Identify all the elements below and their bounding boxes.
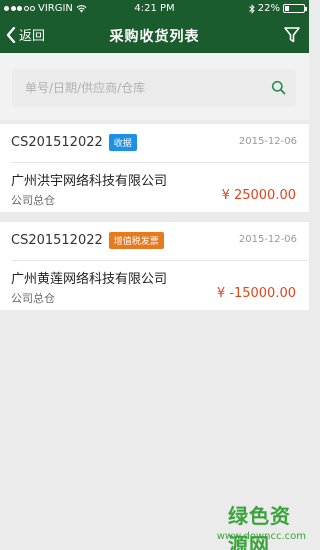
- order-card[interactable]: CS201512022 收据 2015-12-06 广州洪宇网络科技有限公司 公…: [0, 124, 309, 212]
- search-input[interactable]: [12, 69, 262, 107]
- warehouse-name: 公司总仓: [11, 194, 55, 207]
- order-card[interactable]: CS201512022 增值税发票 2015-12-06 广州黄莲网络科技有限公…: [0, 222, 309, 310]
- order-number: CS201512022: [11, 233, 103, 248]
- search-box: [12, 69, 296, 107]
- bluetooth-icon: [248, 3, 255, 14]
- order-amount: ¥ -15000.00: [216, 286, 296, 301]
- supplier-name: 广州黄莲网络科技有限公司: [11, 272, 168, 287]
- battery-percent: 22%: [257, 3, 280, 14]
- invoice-type-badge: 收据: [108, 134, 137, 151]
- divider: [11, 260, 309, 261]
- watermark-text: 绿色资源网: [228, 504, 291, 550]
- search-section: [0, 53, 309, 120]
- battery-status: 22%: [248, 3, 307, 14]
- nav-bar: 返回 采购收货列表: [0, 17, 309, 53]
- order-header: CS201512022 收据: [11, 134, 137, 151]
- battery-fill: [285, 6, 289, 11]
- warehouse-name: 公司总仓: [11, 292, 55, 305]
- search-icon[interactable]: [271, 80, 286, 95]
- status-bar: VIRGIN 4:21 PM 22%: [0, 0, 309, 17]
- battery-icon: [283, 4, 307, 13]
- page-title: 采购收货列表: [109, 29, 200, 45]
- divider: [11, 162, 309, 163]
- watermark-url: www.downcc.com: [216, 531, 306, 542]
- order-amount: ¥ 25000.00: [221, 188, 296, 203]
- order-number: CS201512022: [11, 135, 103, 150]
- order-date: 2015-12-06: [238, 136, 297, 147]
- order-header: CS201512022 增值税发票: [11, 232, 164, 249]
- filter-icon[interactable]: [283, 26, 301, 44]
- supplier-name: 广州洪宇网络科技有限公司: [11, 174, 168, 189]
- watermark: 绿色资源网 www.downcc.com: [217, 498, 309, 550]
- invoice-type-badge: 增值税发票: [108, 232, 164, 249]
- order-date: 2015-12-06: [238, 234, 297, 245]
